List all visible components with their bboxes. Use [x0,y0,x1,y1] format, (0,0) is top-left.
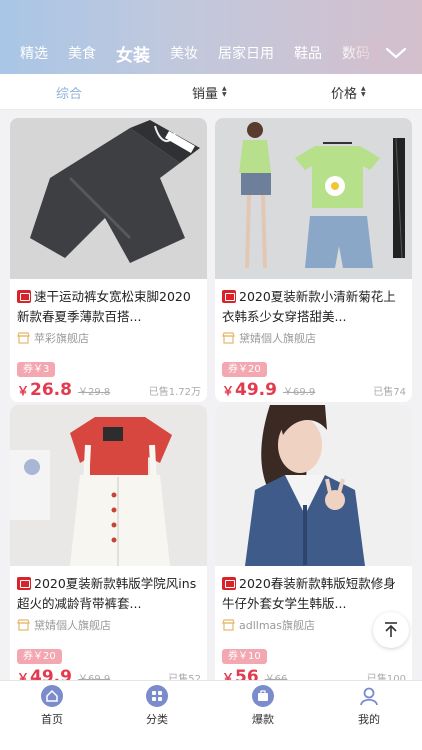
product-card[interactable]: 2020夏装新款小清新菊花上衣韩系少女穿搭甜美... 黛婧個人旗舰店 券￥20 … [215,118,412,402]
product-title: 2020夏装新款韩版学院风ins超火的减龄背带裤套... [17,576,197,611]
price-currency: ￥ [222,384,235,398]
original-price: ￥69.9 [282,387,316,398]
category-tabs: 精选 美食 女装 美妆 居家日用 鞋品 数码 [0,40,380,66]
price-value: 49.9 [30,667,72,680]
price-value: 56 [235,667,259,680]
coupon-badge: 券￥10 [222,649,267,664]
sort-price-label: 价格 [331,86,358,102]
sold-count: 已售1.72万 [148,387,201,398]
store-icon [222,332,235,344]
category-tab-womens[interactable]: 女装 [116,41,150,66]
original-price: ￥29.8 [77,387,111,398]
product-card[interactable]: 2020夏装新款韩版学院风ins超火的减龄背带裤套... 黛婧個人旗舰店 券￥2… [10,405,207,680]
store-icon [222,619,235,631]
store-icon [17,332,30,344]
product-title: 速干运动裤女宽松束脚2020新款春夏季薄款百搭... [17,289,191,324]
tab-category-label: 分类 [146,713,168,726]
tmall-badge-icon [222,290,236,303]
tab-home[interactable]: 首页 [12,685,92,729]
product-card[interactable]: 速干运动裤女宽松束脚2020新款春夏季薄款百搭... 苹彩旗舰店 券￥3 ￥ 2… [10,118,207,402]
grid-icon [146,685,168,707]
product-image [10,405,207,566]
sort-arrows-icon: ▲ ▼ [222,85,227,98]
product-image [10,118,207,279]
store-row: 黛婧個人旗舰店 [222,330,316,346]
sort-comprehensive-label: 综合 [56,86,83,102]
sort-bar: 综合 销量 ▲ ▼ 价格 ▲ ▼ [0,74,422,110]
sold-count: 已售52 [168,674,201,680]
tab-home-label: 首页 [41,713,63,726]
category-tab-beauty[interactable]: 美妆 [170,43,198,63]
tab-mine[interactable]: 我的 [329,685,409,729]
tab-mine-label: 我的 [358,713,380,726]
hot-icon [252,685,274,707]
sold-count: 已售100 [366,674,406,680]
price-row: ￥ 26.8 ￥29.8 已售1.72万 [17,380,201,400]
coupon-badge: 券￥20 [17,649,62,664]
sort-sales-label: 销量 [192,86,219,102]
tmall-badge-icon [17,290,31,303]
price-value: 49.9 [235,380,277,400]
tab-hot-label: 爆款 [252,713,274,726]
product-image [215,405,412,566]
original-price: ￥69.9 [77,674,111,680]
header-bar: 精选 美食 女装 美妆 居家日用 鞋品 数码 [0,0,422,74]
bottom-tab-bar: 首页 分类 爆款 我的 [0,680,422,750]
price-currency: ￥ [222,671,235,680]
expand-categories-button[interactable] [382,40,410,66]
product-grid: 速干运动裤女宽松束脚2020新款春夏季薄款百搭... 苹彩旗舰店 券￥3 ￥ 2… [0,110,422,680]
price-currency: ￥ [17,671,30,680]
sort-arrows-icon: ▲ ▼ [361,85,366,98]
sold-count: 已售74 [373,387,406,398]
product-title: 2020夏装新款小清新菊花上衣韩系少女穿搭甜美... [222,289,396,324]
category-tab-shoes[interactable]: 鞋品 [294,43,322,63]
back-to-top-button[interactable] [373,612,409,648]
tmall-badge-icon [222,577,236,590]
arrow-up-icon [385,622,397,637]
store-name: adllmas旗舰店 [239,619,316,632]
sort-comprehensive[interactable]: 综合 [56,74,82,110]
store-row: 苹彩旗舰店 [17,330,89,346]
coupon-badge: 券￥3 [17,362,56,377]
tab-hot[interactable]: 爆款 [223,685,303,729]
tmall-badge-icon [17,577,31,590]
price-row: ￥ 49.9 ￥69.9 已售52 [17,667,201,680]
chevron-down-icon [385,47,407,59]
price-row: ￥ 49.9 ￥69.9 已售74 [222,380,406,400]
store-icon [17,619,30,631]
category-tab-food[interactable]: 美食 [68,43,96,63]
price-value: 26.8 [30,380,72,400]
store-row: 黛婧個人旗舰店 [17,617,111,633]
product-title: 2020春装新款韩版短款修身牛仔外套女学生韩版... [222,576,396,611]
category-tab-featured[interactable]: 精选 [20,43,48,63]
store-name: 黛婧個人旗舰店 [239,332,316,345]
category-tab-home[interactable]: 居家日用 [218,43,274,63]
store-row: adllmas旗舰店 [222,617,315,633]
home-icon [41,685,63,707]
tab-category[interactable]: 分类 [117,685,197,729]
product-image [215,118,412,279]
store-name: 黛婧個人旗舰店 [34,619,111,632]
price-row: ￥ 56 ￥66 已售100 [222,667,406,680]
user-icon [358,685,380,707]
coupon-badge: 券￥20 [222,362,267,377]
store-name: 苹彩旗舰店 [34,332,89,345]
sort-sales[interactable]: 销量 ▲ ▼ [192,74,227,110]
category-fade [340,38,380,68]
sort-price[interactable]: 价格 ▲ ▼ [331,74,366,110]
price-currency: ￥ [17,384,30,398]
original-price: ￥66 [264,674,288,680]
